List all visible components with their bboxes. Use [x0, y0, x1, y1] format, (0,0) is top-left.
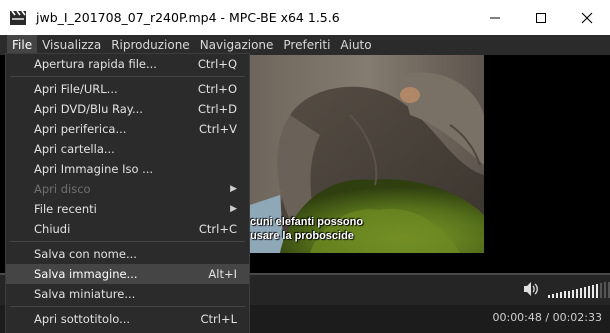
close-icon	[581, 12, 593, 23]
submenu-arrow-icon: ▶	[230, 184, 237, 194]
volume-bar-segment	[572, 289, 574, 298]
volume-bar-segment	[592, 285, 594, 298]
volume-bar-segment	[596, 284, 598, 298]
menu-item-apri-disco: Apri disco ▶	[6, 179, 249, 199]
menu-item-apertura-rapida-file[interactable]: Apertura rapida file... Ctrl+Q	[6, 54, 249, 74]
menu-item-apri-dvd-blu-ray[interactable]: Apri DVD/Blu Ray... Ctrl+D	[6, 99, 249, 119]
menu-riproduzione[interactable]: Riproduzione	[106, 35, 195, 55]
volume-bar-segment	[588, 286, 590, 298]
volume-bar-segment	[552, 294, 554, 298]
menu-item-label: Salva con nome...	[34, 247, 137, 261]
file-menu-dropdown: Apertura rapida file... Ctrl+Q Apri File/U…	[5, 53, 250, 333]
menu-item-label: Apri sottotitolo...	[34, 312, 131, 326]
menu-item-shortcut: Alt+I	[208, 267, 237, 281]
menu-bar: File Visualizza Riproduzione Navigazione Pre…	[0, 35, 610, 55]
menu-navigazione[interactable]: Navigazione	[195, 35, 279, 55]
volume-bar-segment	[564, 291, 566, 298]
menu-item-apri-periferica[interactable]: Apri periferica... Ctrl+V	[6, 119, 249, 139]
menu-visualizza[interactable]: Visualizza	[37, 35, 106, 55]
menu-item-salva-immagine[interactable]: Salva immagine... Alt+I	[6, 264, 249, 284]
menu-item-label: File recenti	[34, 202, 97, 216]
submenu-arrow-icon: ▶	[230, 204, 237, 214]
menu-item-label: Apri DVD/Blu Ray...	[34, 102, 143, 116]
menu-item-apri-immagine-iso[interactable]: Apri Immagine Iso ...	[6, 159, 249, 179]
menu-item-shortcut: Ctrl+Q	[197, 57, 237, 71]
menu-item-salva-miniature[interactable]: Salva miniature...	[6, 284, 249, 304]
title-bar[interactable]: jwb_I_201708_07_r240P.mp4 - MPC-BE x64 1…	[0, 0, 610, 35]
menu-item-shortcut: Ctrl+V	[199, 122, 237, 136]
subtitle-line-2: usare la proboscide	[250, 230, 354, 242]
close-button[interactable]	[564, 0, 610, 35]
window-title: jwb_I_201708_07_r240P.mp4 - MPC-BE x64 1…	[36, 10, 340, 25]
menu-preferiti[interactable]: Preferiti	[278, 35, 335, 55]
menu-item-apri-file-url[interactable]: Apri File/URL... Ctrl+O	[6, 79, 249, 99]
video-subtitle: cuni elefanti possono usare la proboscid…	[250, 215, 363, 243]
menu-item-label: Apri File/URL...	[34, 82, 118, 96]
media-player-window: jwb_I_201708_07_r240P.mp4 - MPC-BE x64 1…	[0, 0, 610, 333]
menu-item-apri-cartella[interactable]: Apri cartella...	[6, 139, 249, 159]
menu-item-file-recenti[interactable]: File recenti ▶	[6, 199, 249, 219]
volume-bar-segment	[556, 293, 558, 298]
time-display: 00:00:48 / 00:02:33	[492, 311, 602, 324]
menu-item-label: Apertura rapida file...	[34, 57, 157, 71]
film-clapper-icon	[8, 10, 28, 26]
maximize-button[interactable]	[518, 0, 564, 35]
speaker-icon[interactable]	[522, 281, 540, 301]
menu-item-label: Salva miniature...	[34, 287, 136, 301]
menu-item-label: Salva immagine...	[34, 267, 138, 281]
menu-item-apri-sottotitolo[interactable]: Apri sottotitolo... Ctrl+L	[6, 309, 249, 329]
menu-item-salva-sottotitolo[interactable]: Salva sottotitolo...Ctrl+S	[6, 329, 249, 333]
menu-item-label: Chiudi	[34, 222, 71, 236]
menu-item-salva-con-nome[interactable]: Salva con nome...	[6, 244, 249, 264]
volume-bar-segment	[580, 287, 582, 298]
menu-aiuto[interactable]: Aiuto	[335, 35, 376, 55]
menu-item-label: Apri cartella...	[34, 142, 115, 156]
menu-item-label: Apri periferica...	[34, 122, 127, 136]
minimize-icon	[490, 17, 500, 18]
menu-item-label: Apri disco	[34, 182, 91, 196]
minimize-button[interactable]	[472, 0, 518, 35]
volume-slider[interactable]	[548, 280, 610, 298]
window-controls	[472, 0, 610, 35]
volume-bar-segment	[604, 282, 606, 298]
menu-item-label: Apri Immagine Iso ...	[34, 162, 154, 176]
menu-item-shortcut: Ctrl+O	[197, 82, 237, 96]
menu-item-chiudi[interactable]: Chiudi Ctrl+C	[6, 219, 249, 239]
menu-item-shortcut: Ctrl+C	[198, 222, 237, 236]
maximize-icon	[536, 12, 546, 23]
volume-bar-segment	[584, 286, 586, 298]
volume-bar-segment	[600, 283, 602, 298]
menu-file[interactable]: File	[7, 35, 38, 55]
volume-bar-segment	[568, 290, 570, 298]
menu-item-shortcut: Ctrl+D	[198, 102, 237, 116]
menu-item-shortcut: Ctrl+L	[200, 312, 237, 326]
volume-bar-segment	[576, 288, 578, 298]
subtitle-line-1: cuni elefanti possono	[250, 216, 364, 228]
volume-bar-segment	[548, 295, 550, 298]
volume-bar-segment	[560, 292, 562, 298]
